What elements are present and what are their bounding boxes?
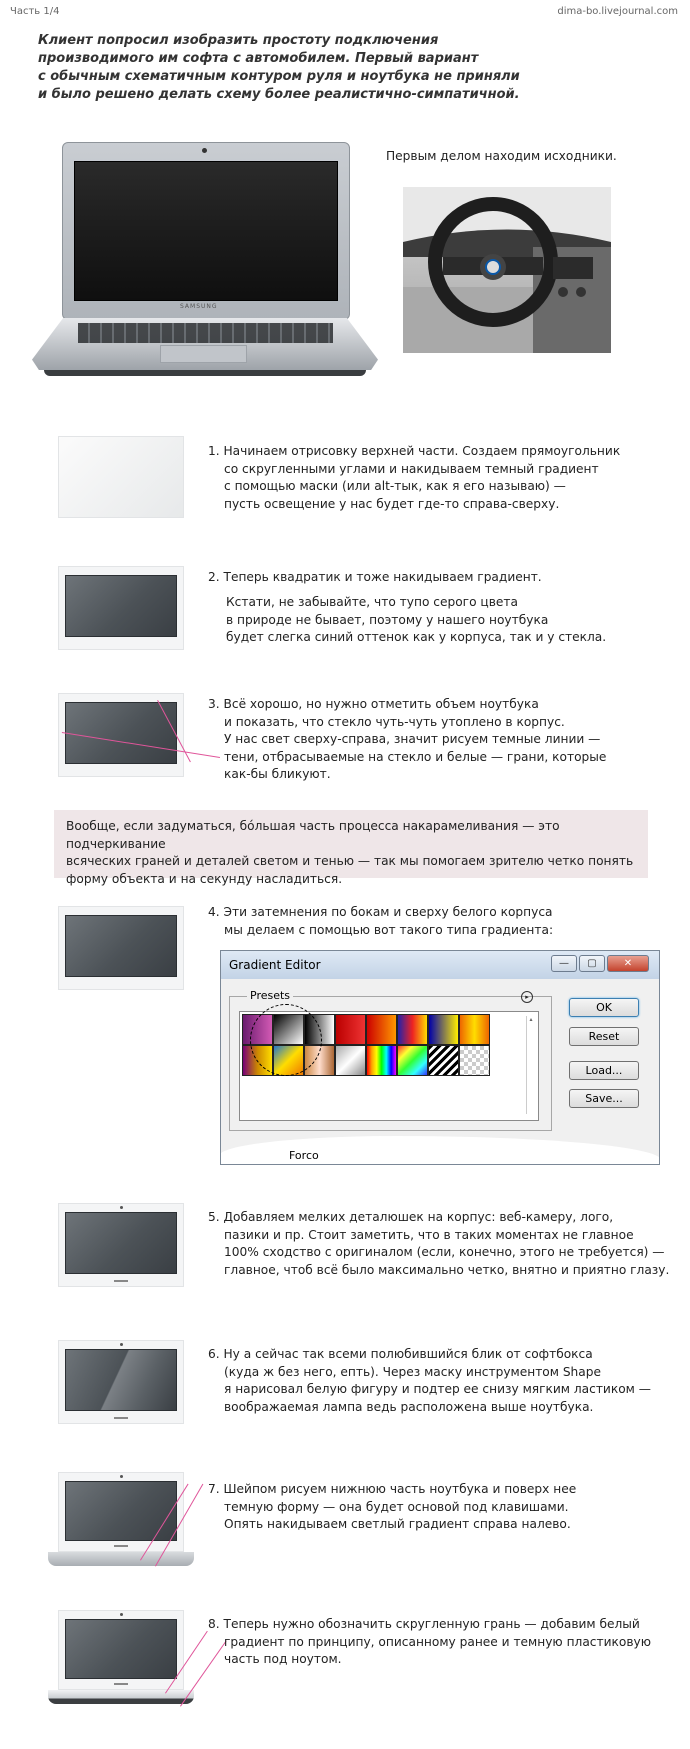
- laptop-brand-label: SAMSUNG: [180, 303, 218, 310]
- window-title: Gradient Editor: [229, 958, 321, 972]
- source-link[interactable]: dima-bo.livejournal.com: [557, 6, 678, 17]
- intro-line: Клиент попросил изобразить простоту подк…: [38, 33, 439, 48]
- step6-text: 6. Ну а сейчас так всеми полюбившийся бл…: [208, 1346, 651, 1416]
- intro-line: с обычным схематичным контуром руля и но…: [38, 69, 520, 84]
- step-line: градиент по принципу, описанному ранее и…: [224, 1634, 651, 1649]
- step4-text: 4. Эти затемнения по бокам и сверху бело…: [208, 904, 553, 939]
- step5-preview: [58, 1203, 184, 1287]
- load-button[interactable]: Load...: [569, 1061, 639, 1080]
- step8-text: 8. Теперь нужно обозначить скругленную г…: [208, 1616, 651, 1669]
- step-line: часть под ноутом.: [224, 1652, 342, 1666]
- step-line: 8. Теперь нужно обозначить скругленную г…: [208, 1617, 640, 1631]
- step-line: со скругленными углами и накидываем темн…: [224, 461, 599, 476]
- note-line: форму объекта и на секунду насладиться.: [66, 871, 343, 886]
- laptop-base: [48, 1690, 194, 1704]
- sources-caption: Первым делом находим исходники.: [386, 149, 617, 163]
- step2-text: 2. Теперь квадратик и тоже накидываем гр…: [208, 569, 542, 587]
- gradient-swatch[interactable]: [428, 1045, 459, 1076]
- step6-preview: [58, 1340, 184, 1424]
- gradient-swatch[interactable]: [397, 1045, 428, 1076]
- gradient-swatch[interactable]: [366, 1045, 397, 1076]
- window-titlebar: Gradient Editor — ▢ ✕: [221, 951, 659, 979]
- step-line: пусть освещение у нас будет где-то справ…: [224, 496, 560, 511]
- scrollbar[interactable]: ▴: [526, 1016, 535, 1114]
- step-line: 2. Теперь квадратик и тоже накидываем гр…: [208, 570, 542, 584]
- steering-wheel-icon: [403, 187, 611, 353]
- step1-preview: [58, 436, 184, 518]
- step2-preview: [58, 566, 184, 650]
- step-line: мы делаем с помощью вот такого типа град…: [224, 922, 554, 937]
- selection-circle: [250, 1004, 322, 1076]
- presets-label: Presets: [247, 989, 294, 1002]
- reset-button[interactable]: Reset: [569, 1027, 639, 1046]
- step-line: 6. Ну а сейчас так всеми полюбившийся бл…: [208, 1347, 593, 1361]
- step1-text: 1. Начинаем отрисовку верхней части. Соз…: [208, 443, 620, 513]
- step-line: 5. Добавляем мелких деталюшек на корпус:…: [208, 1210, 614, 1224]
- step5-text: 5. Добавляем мелких деталюшек на корпус:…: [208, 1209, 669, 1279]
- gradient-swatch[interactable]: [366, 1014, 397, 1045]
- step-line: 4. Эти затемнения по бокам и сверху бело…: [208, 905, 553, 919]
- step7-text: 7. Шейпом рисуем нижнюю часть ноутбука и…: [208, 1481, 576, 1534]
- note-line: всяческих граней и деталей светом и тень…: [66, 854, 634, 868]
- intro-line: производимого им софта с автомобилем. Пе…: [38, 51, 479, 66]
- step-line: 1. Начинаем отрисовку верхней части. Соз…: [208, 444, 621, 458]
- gradient-swatches[interactable]: ▴: [239, 1004, 539, 1121]
- step-line: Кстати, не забывайте, что тупо серого цв…: [226, 595, 518, 609]
- step-line: воображаемая лампа ведь расположена выше…: [224, 1399, 594, 1414]
- torn-edge: [221, 1136, 659, 1164]
- step-line: главное, чтоб всё было максимально четко…: [224, 1262, 670, 1277]
- gradient-swatch[interactable]: [459, 1045, 490, 1076]
- step8-preview: [58, 1610, 184, 1690]
- step-line: в природе не бывает, поэтому у нашего но…: [226, 612, 549, 627]
- step4-preview: [58, 906, 184, 990]
- step-line: темную форму — она будет основой под кла…: [224, 1499, 569, 1514]
- gradient-swatch[interactable]: [397, 1014, 428, 1045]
- step-line: Опять накидываем светлый градиент справа…: [224, 1517, 571, 1531]
- gradient-swatch[interactable]: [335, 1014, 366, 1045]
- step-line: и показать, что стекло чуть-чуть утоплен…: [224, 714, 565, 729]
- step-line: У нас свет сверху-справа, значит рисуем …: [224, 732, 601, 746]
- step-line: пазики и пр. Стоит заметить, что в таких…: [224, 1227, 634, 1242]
- maximize-button[interactable]: ▢: [579, 955, 605, 972]
- note-line: Вообще, если задуматься, бóльшая часть п…: [66, 819, 560, 851]
- bmw-interior-photo: [403, 187, 611, 353]
- close-button[interactable]: ✕: [607, 955, 649, 972]
- save-button[interactable]: Save...: [569, 1089, 639, 1108]
- laptop-base: [48, 1552, 194, 1566]
- gradient-editor-window: Gradient Editor — ▢ ✕ Presets ▸ ▴ OK Res…: [220, 950, 660, 1165]
- gradient-swatch[interactable]: [428, 1014, 459, 1045]
- step-line: тени, отбрасываемые на стекло и белые — …: [224, 749, 607, 764]
- intro-line: и было решено делать схему более реалист…: [38, 87, 520, 102]
- highlight-note: Вообще, если задуматься, бóльшая часть п…: [54, 810, 648, 886]
- step2-tip: Кстати, не забывайте, что тупо серого цв…: [226, 594, 606, 647]
- intro-text: Клиент попросил изобразить простоту подк…: [38, 32, 598, 104]
- step-line: 7. Шейпом рисуем нижнюю часть ноутбука и…: [208, 1482, 577, 1496]
- step-line: с помощью маски (или alt-тык, как я его …: [224, 479, 566, 493]
- step-line: будет слегка синий оттенок как у корпуса…: [226, 630, 607, 644]
- step-line: я нарисовал белую фигуру и подтер ее сни…: [224, 1382, 651, 1396]
- step-line: (куда ж без него, епть). Через маску инс…: [224, 1364, 601, 1379]
- samsung-laptop-photo: SAMSUNG: [30, 140, 380, 385]
- part-indicator: Часть 1/4: [10, 6, 60, 17]
- step-line: 100% сходство с оригиналом (если, конечн…: [224, 1245, 665, 1259]
- presets-menu-icon[interactable]: ▸: [521, 991, 533, 1003]
- gradient-swatch[interactable]: [335, 1045, 366, 1076]
- gradient-swatch[interactable]: [459, 1014, 490, 1045]
- step-line: как-бы бликуют.: [224, 767, 331, 781]
- minimize-button[interactable]: —: [551, 955, 577, 972]
- name-field-label: Forco: [289, 1149, 319, 1162]
- step3-text: 3. Всё хорошо, но нужно отметить объем н…: [208, 696, 606, 784]
- ok-button[interactable]: OK: [569, 998, 639, 1017]
- step-line: 3. Всё хорошо, но нужно отметить объем н…: [208, 697, 539, 711]
- step7-preview: [58, 1472, 184, 1552]
